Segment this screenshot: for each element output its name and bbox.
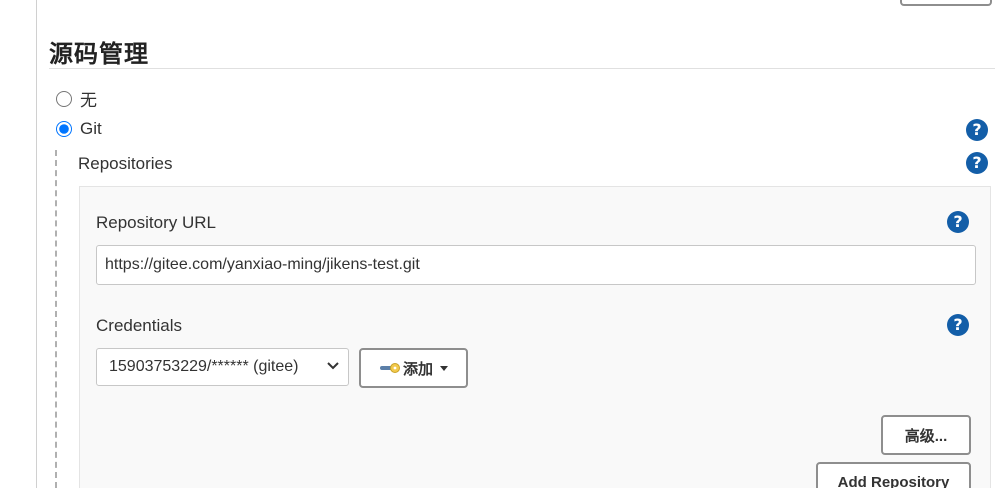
git-options-indent-line <box>55 150 57 488</box>
section-divider <box>49 68 995 69</box>
caret-down-icon <box>440 365 448 371</box>
credentials-selected-value: 15903753229/****** (gitee) <box>109 358 299 375</box>
add-credentials-label: 添加 <box>402 360 433 378</box>
page: 源码管理 无 Git ? Repositories ? Repository U… <box>0 0 1002 488</box>
top-button-partial[interactable] <box>900 0 992 6</box>
git-help-icon[interactable]: ? <box>966 119 988 141</box>
radio-none-label: 无 <box>80 91 97 110</box>
radio-git-label: Git <box>80 119 102 138</box>
add-repository-button[interactable]: Add Repository <box>816 462 971 488</box>
repository-url-input[interactable] <box>96 245 976 285</box>
radio-none[interactable] <box>56 90 72 107</box>
radio-git[interactable] <box>56 121 72 137</box>
radio-option-none[interactable]: 无 <box>56 86 97 111</box>
key-icon <box>379 363 400 373</box>
advanced-button[interactable]: 高级... <box>881 415 971 455</box>
repository-url-label: Repository URL <box>96 213 216 232</box>
add-credentials-button[interactable]: 添加 <box>359 348 468 388</box>
section-title: 源码管理 <box>49 41 149 68</box>
radio-option-git[interactable]: Git <box>56 119 102 139</box>
chevron-down-icon <box>327 362 339 370</box>
repositories-help-icon[interactable]: ? <box>966 152 988 174</box>
repositories-label: Repositories <box>78 154 173 173</box>
credentials-label: Credentials <box>96 316 182 335</box>
credentials-select[interactable]: 15903753229/****** (gitee) <box>96 348 349 386</box>
left-rail-divider <box>36 0 37 488</box>
credentials-help-icon[interactable]: ? <box>947 314 969 336</box>
repository-url-help-icon[interactable]: ? <box>947 211 969 233</box>
